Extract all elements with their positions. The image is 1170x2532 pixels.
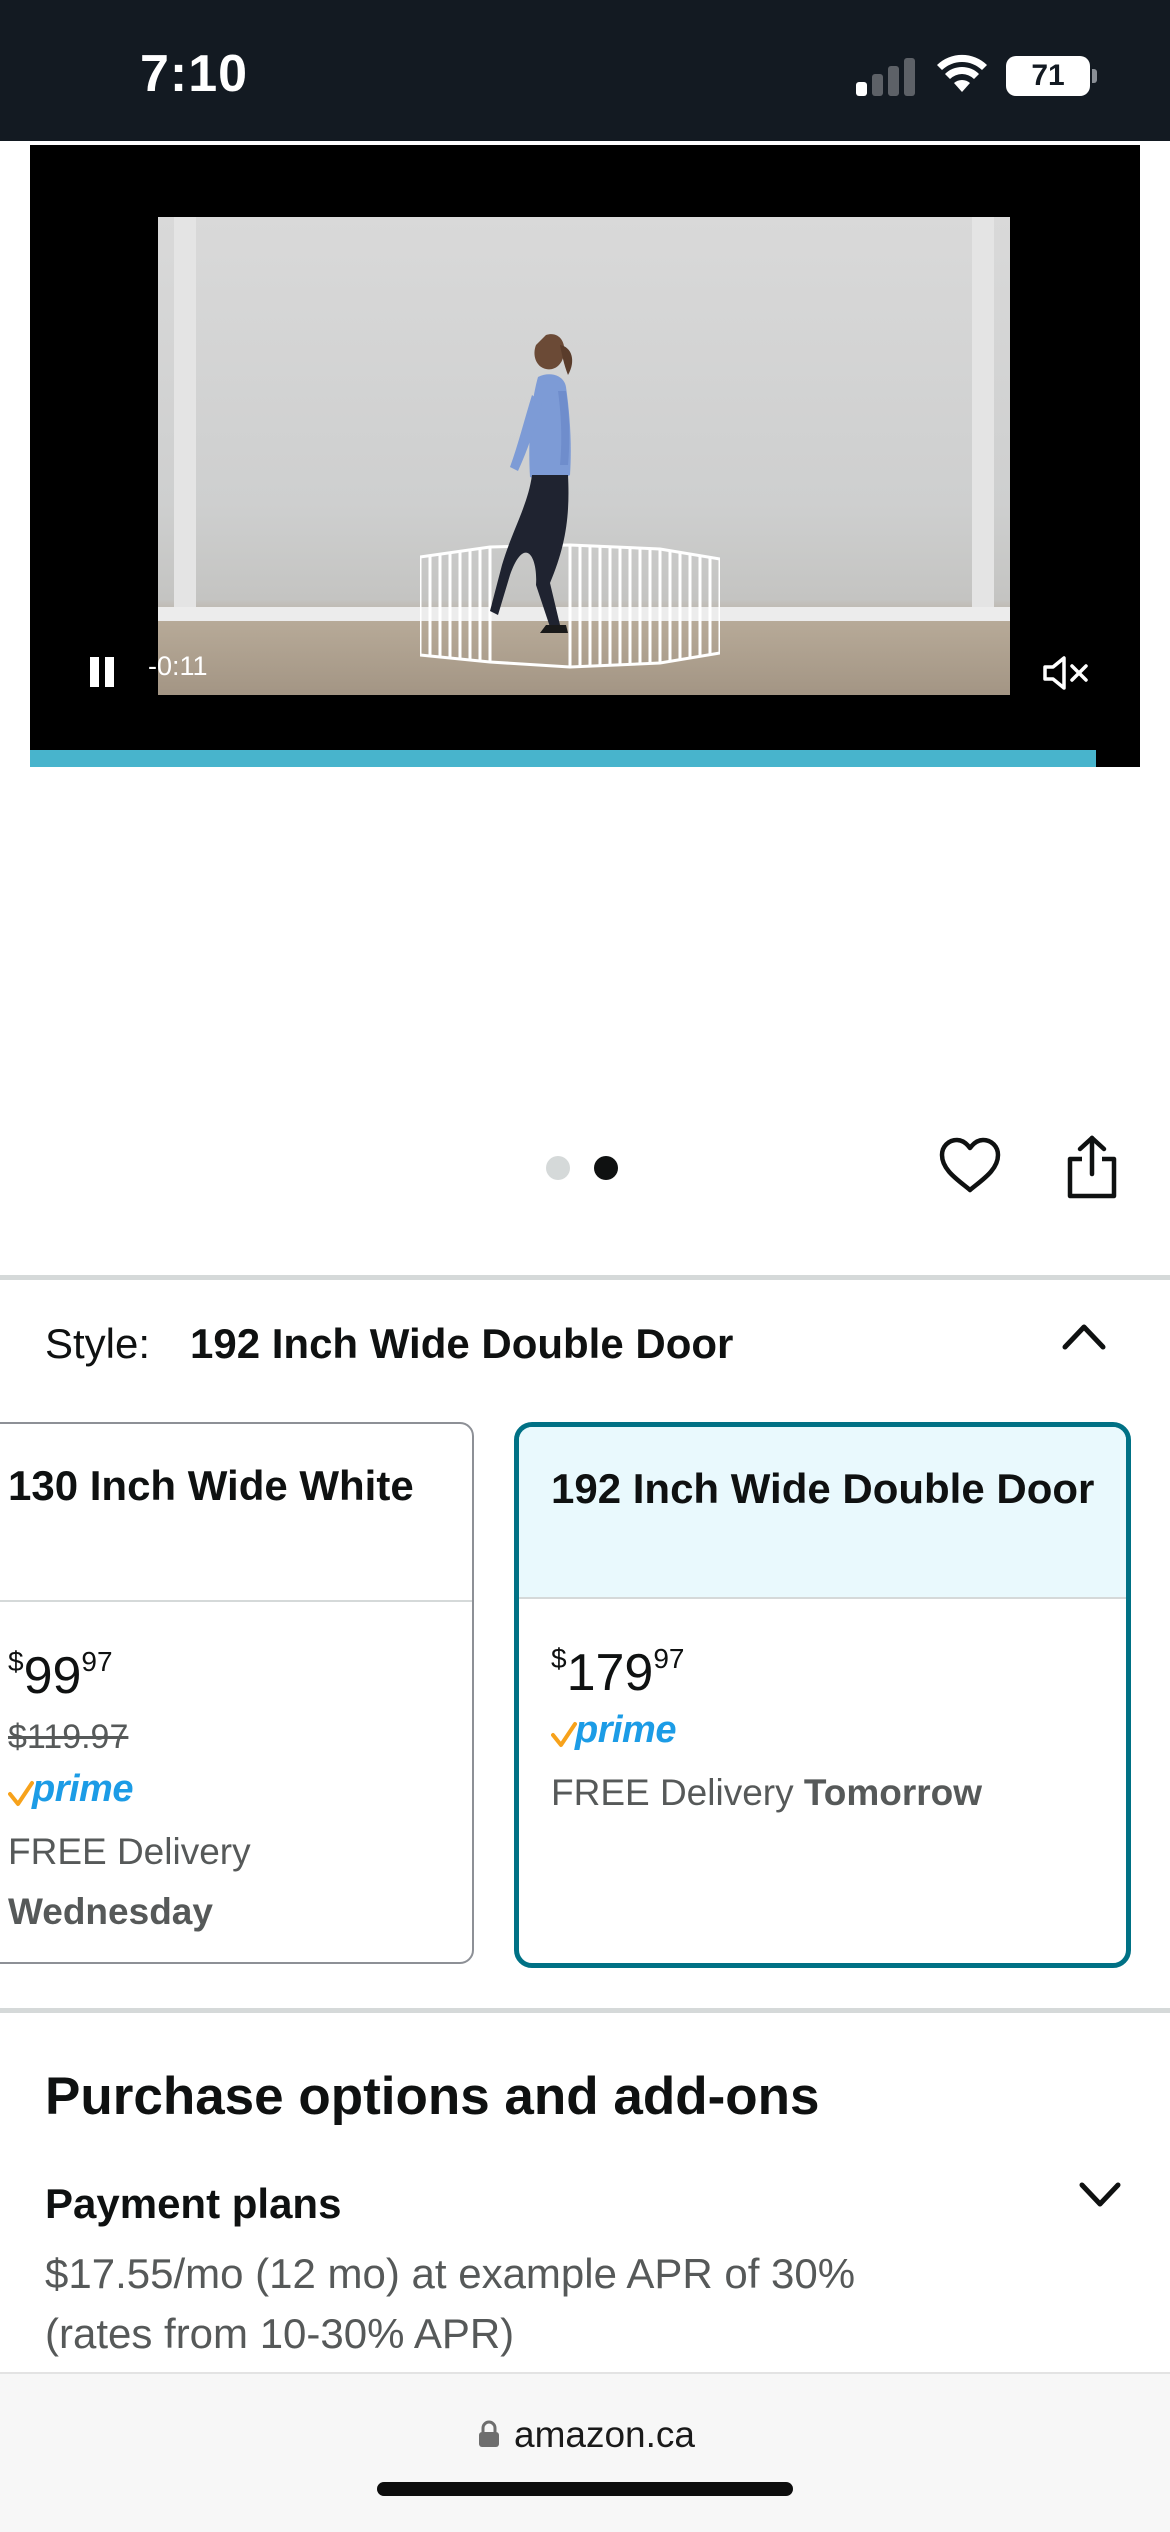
speaker-muted-icon[interactable] — [1042, 653, 1092, 693]
list-price: $119.97 — [8, 1718, 129, 1756]
battery-indicator: 71 — [1006, 56, 1090, 96]
style-selected-value: 192 Inch Wide Double Door — [190, 1320, 734, 1367]
purchase-options-heading: Purchase options and add-ons — [45, 2067, 820, 2126]
payment-plans-description: $17.55/mo (12 mo) at example APR of 30% … — [45, 2250, 856, 2357]
home-indicator[interactable] — [377, 2482, 793, 2496]
heart-icon[interactable] — [938, 1136, 1002, 1196]
section-divider — [0, 2008, 1170, 2013]
prime-badge: prime — [551, 1707, 1126, 1763]
style-option-card-192-inch-selected[interactable]: 192 Inch Wide Double Door $17997 prime F… — [514, 1422, 1131, 1968]
prime-check-icon — [551, 1722, 577, 1747]
video-frame[interactable] — [158, 217, 1010, 695]
video-progress-fill — [30, 750, 1096, 767]
url-text[interactable]: amazon.ca — [514, 2414, 695, 2456]
pause-icon[interactable] — [90, 657, 118, 691]
video-progress-bar[interactable] — [30, 750, 1140, 767]
video-time-remaining: -0:11 — [148, 651, 208, 681]
price: $17997 — [551, 1643, 685, 1702]
share-icon[interactable] — [1064, 1134, 1120, 1200]
product-video-player[interactable]: -0:11 — [30, 145, 1140, 767]
style-label: Style: — [45, 1320, 151, 1367]
style-option-details: $17997 prime FREE Delivery Tomorrow — [519, 1599, 1126, 1823]
chevron-down-icon[interactable] — [1078, 2180, 1122, 2210]
cellular-signal-icon — [856, 56, 916, 96]
carousel-dot[interactable] — [546, 1156, 570, 1180]
woman-walking-image — [490, 334, 573, 633]
section-divider — [0, 1275, 1170, 1280]
prime-label: prime — [32, 1768, 133, 1810]
style-option-title: 192 Inch Wide Double Door — [519, 1427, 1126, 1599]
prime-check-icon — [8, 1781, 34, 1806]
style-option-card-130-inch[interactable]: 130 Inch Wide White $9997 $119.97 prime … — [0, 1422, 474, 1964]
prime-label: prime — [575, 1709, 676, 1751]
style-option-details: $9997 $119.97 prime FREE Delivery Wednes… — [0, 1602, 472, 1942]
video-wall-trim — [972, 217, 994, 612]
style-option-title: 130 Inch Wide White — [0, 1424, 472, 1602]
prime-badge: prime — [8, 1766, 472, 1822]
payment-plans-title[interactable]: Payment plans — [45, 2180, 341, 2228]
video-wall-trim — [174, 217, 196, 612]
chevron-up-icon[interactable] — [1060, 1318, 1108, 1352]
lock-icon — [479, 2420, 499, 2447]
price: $9997 — [8, 1646, 113, 1705]
status-time: 7:10 — [140, 45, 249, 103]
battery-cap — [1092, 69, 1097, 83]
browser-address-bar[interactable]: amazon.ca — [0, 2372, 1170, 2532]
delivery-day: Wednesday — [8, 1891, 213, 1932]
delivery-text: FREE Delivery Tomorrow — [551, 1772, 983, 1813]
carousel-dot[interactable] — [594, 1156, 618, 1180]
status-bar: 7:10 71 — [0, 0, 1170, 141]
wifi-icon — [937, 54, 987, 92]
delivery-text: FREE Delivery — [8, 1831, 251, 1872]
